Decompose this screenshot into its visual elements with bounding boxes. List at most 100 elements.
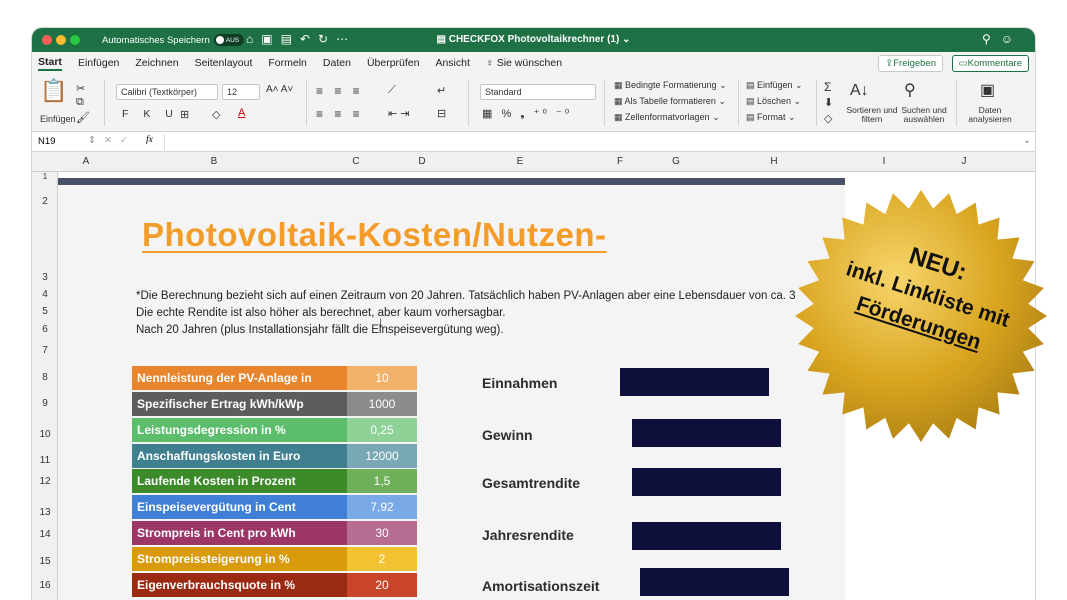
search-icon[interactable]: ⚲ <box>982 32 1001 46</box>
column-header[interactable]: F <box>610 156 630 167</box>
column-header[interactable]: H <box>764 156 784 167</box>
analyze-data-label[interactable]: Daten analysieren <box>962 106 1018 124</box>
title-bar: Automatisches Speichern AUS ⌂▣▤↶↻⋯ ▤ CHE… <box>32 28 1035 52</box>
insert-cells-icon: ▤ <box>746 80 758 90</box>
font-size-select[interactable]: 12 <box>222 84 260 100</box>
formula-cancel-confirm-icons[interactable]: ✕✓ <box>104 135 136 146</box>
tab-draw[interactable]: Zeichnen <box>135 57 178 69</box>
column-header[interactable]: I <box>874 156 894 167</box>
row-header[interactable]: 2 <box>32 196 58 207</box>
input-value-cell[interactable]: 10 <box>347 366 417 390</box>
input-value-cell[interactable]: 2 <box>347 547 417 571</box>
account-icon[interactable]: ☺ <box>1001 32 1023 46</box>
copy-icon[interactable]: ⧉ <box>76 96 84 109</box>
font-name-select[interactable]: Calibri (Textkörper) <box>116 84 218 100</box>
ribbon-toolbar: 📋 Einfügen ✂ ⧉ 🖌 Calibri (Textkörper) 12… <box>32 74 1035 132</box>
row-header[interactable]: 15 <box>32 556 58 567</box>
down-arrow-icon: ↓ <box>377 314 385 331</box>
delete-cells-icon: ▤ <box>746 96 758 106</box>
row-header[interactable]: 16 <box>32 580 58 591</box>
tab-data[interactable]: Daten <box>323 57 351 69</box>
tab-page-layout[interactable]: Seitenlayout <box>195 57 253 69</box>
share-button[interactable]: ⇪ Freigeben <box>878 55 943 72</box>
row-header[interactable]: 3 <box>32 272 58 283</box>
column-header[interactable]: B <box>204 156 224 167</box>
grow-font-icon[interactable]: A˄ A˅ <box>266 84 293 95</box>
result-value-annual-return <box>632 522 781 550</box>
sort-filter-icon[interactable]: A↓ <box>850 82 869 100</box>
input-value-cell[interactable]: 1000 <box>347 392 417 416</box>
column-header[interactable]: A <box>76 156 96 167</box>
column-header[interactable]: J <box>954 156 974 167</box>
row-header[interactable]: 6 <box>32 324 58 335</box>
row-header[interactable]: 11 <box>32 455 58 466</box>
find-select-label[interactable]: Suchen und auswählen <box>896 106 952 124</box>
paste-icon[interactable]: 📋 <box>40 78 67 104</box>
row-header[interactable]: 9 <box>32 398 58 409</box>
tab-review[interactable]: Überprüfen <box>367 57 420 69</box>
font-style-buttons[interactable]: F K U <box>122 108 179 120</box>
tell-me-search[interactable]: ♀ Sie wünschen <box>486 57 562 69</box>
row-header[interactable]: 5 <box>32 306 58 317</box>
insert-cells-button[interactable]: ▤ Einfügen ⌄ <box>746 80 803 91</box>
delete-cells-button[interactable]: ▤ Löschen ⌄ <box>746 96 801 107</box>
tab-insert[interactable]: Einfügen <box>78 57 119 69</box>
cut-icon[interactable]: ✂ <box>76 82 85 95</box>
row-header[interactable]: 8 <box>32 372 58 383</box>
tab-view[interactable]: Ansicht <box>435 57 469 69</box>
column-header[interactable]: D <box>412 156 432 167</box>
input-value-cell[interactable]: 0,25 <box>347 418 417 442</box>
find-select-icon[interactable]: ⚲ <box>904 80 916 100</box>
result-value-profit <box>632 419 781 447</box>
sort-filter-label[interactable]: Sortieren und filtern <box>844 106 900 124</box>
format-painter-icon[interactable]: 🖌 <box>76 111 90 124</box>
column-header[interactable]: C <box>346 156 366 167</box>
borders-icon[interactable]: ⊞ <box>180 108 189 121</box>
row-header[interactable]: 12 <box>32 476 58 487</box>
column-header[interactable]: E <box>510 156 530 167</box>
result-label-annual-return: Jahresrendite <box>482 527 574 543</box>
cell-styles-button[interactable]: ▦ Zellenformatvorlagen ⌄ <box>614 112 720 123</box>
autosum-icon[interactable]: Σ <box>824 80 831 94</box>
align-horizontal-icons[interactable]: ≡ ≡ ≡ <box>316 107 364 121</box>
font-color-icon[interactable]: A <box>238 107 245 119</box>
tab-formulas[interactable]: Formeln <box>268 57 307 69</box>
row-header[interactable]: 14 <box>32 529 58 540</box>
name-box[interactable]: N19 <box>38 136 55 147</box>
clear-icon[interactable]: ◇ <box>824 112 832 125</box>
fill-icon[interactable]: ⬇ <box>824 96 833 109</box>
analyze-data-icon[interactable]: ▣ <box>980 80 995 100</box>
expand-formula-bar-icon[interactable]: ⌄ <box>1023 135 1031 146</box>
input-value-cell[interactable]: 30 <box>347 521 417 545</box>
number-format-icons[interactable]: ▦ % ❟ ⁺⁰ ⁻⁰ <box>482 107 572 121</box>
name-box-stepper[interactable]: ⇕ <box>88 135 96 146</box>
orientation-icon[interactable]: ⟋ <box>388 84 396 97</box>
row-header[interactable]: 1 <box>32 172 58 181</box>
format-cells-button[interactable]: ▤ Format ⌄ <box>746 112 796 123</box>
format-as-table-button[interactable]: ▦ Als Tabelle formatieren ⌄ <box>614 96 726 107</box>
function-icon[interactable]: fx <box>146 135 153 145</box>
conditional-formatting-button[interactable]: ▦ Bedingte Formatierung ⌄ <box>614 80 727 91</box>
input-value-cell[interactable]: 20 <box>347 573 417 597</box>
row-header[interactable]: 13 <box>32 507 58 518</box>
row-header[interactable]: 10 <box>32 429 58 440</box>
merge-cells-icon[interactable]: ⊟ <box>437 107 446 120</box>
input-label: Nennleistung der PV-Anlage in <box>132 366 347 390</box>
paste-label: Einfügen <box>40 114 76 124</box>
result-label-income: Einnahmen <box>482 375 558 391</box>
wrap-text-icon[interactable]: ↵ <box>437 84 446 97</box>
align-top-icons[interactable]: ≡ ≡ ≡ <box>316 84 364 98</box>
input-value-cell[interactable]: 1,5 <box>347 469 417 493</box>
input-value-cell[interactable]: 7,92 <box>347 495 417 519</box>
row-header[interactable]: 7 <box>32 345 58 356</box>
fill-color-icon[interactable]: ◇ <box>212 108 220 121</box>
comments-button[interactable]: ▭ Kommentare <box>951 55 1029 72</box>
number-format-select[interactable]: Standard <box>480 84 596 100</box>
input-label: Einspeisevergütung in Cent <box>132 495 347 519</box>
indent-icons[interactable]: ⇤ ⇥ <box>388 107 410 120</box>
row-header[interactable]: 4 <box>32 289 58 300</box>
column-header[interactable]: G <box>666 156 686 167</box>
input-value-cell[interactable]: 12000 <box>347 444 417 468</box>
tab-start[interactable]: Start <box>38 56 62 71</box>
promo-badge[interactable]: NEU: inkl. Linkliste mit Förderungen <box>793 188 1049 444</box>
